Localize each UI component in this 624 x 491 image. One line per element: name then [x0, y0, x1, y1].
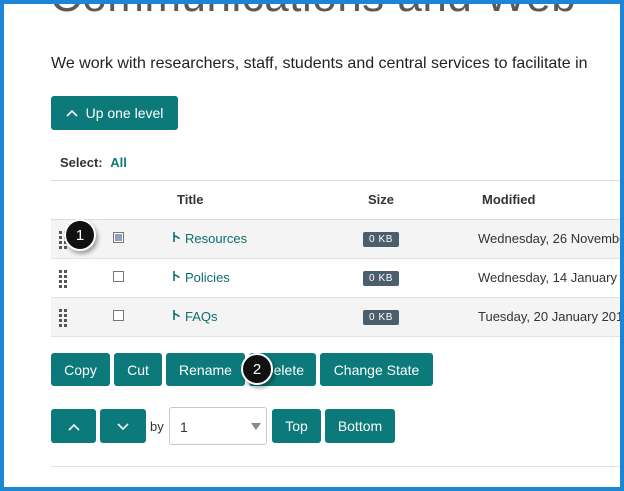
row-title-link[interactable]: Resources	[172, 231, 247, 246]
row-modified: Wednesday, 26 November	[478, 231, 624, 246]
move-top-button[interactable]: Top	[272, 409, 321, 443]
column-header-title[interactable]: Title	[177, 192, 204, 207]
table-header: Title Size Modified	[51, 180, 620, 220]
row-title-link[interactable]: Policies	[172, 270, 230, 285]
table-row[interactable]: Resources 0 KB Wednesday, 26 November	[51, 220, 624, 259]
move-amount-select[interactable]: 1	[169, 407, 267, 445]
select-all-row: Select: All	[60, 155, 127, 170]
row-modified: Wednesday, 14 January	[478, 270, 617, 285]
select-label: Select:	[60, 155, 103, 170]
row-modified: Tuesday, 20 January 201	[478, 309, 624, 324]
size-badge: 0 KB	[363, 271, 400, 286]
change-state-button[interactable]: Change State	[320, 353, 433, 386]
copy-button[interactable]: Copy	[51, 353, 110, 386]
select-all-link[interactable]: All	[110, 155, 127, 170]
step-callout-1: 1	[64, 219, 96, 251]
row-checkbox[interactable]	[113, 232, 124, 243]
folder-branch-icon	[172, 309, 181, 324]
up-one-level-label: Up one level	[85, 105, 164, 121]
drag-handle-icon[interactable]	[59, 309, 67, 327]
folder-branch-icon	[172, 270, 181, 285]
page-title: Communications and Web	[50, 0, 576, 22]
caret-down-icon	[251, 423, 261, 430]
row-title-link[interactable]: FAQs	[172, 309, 218, 324]
step-callout-2: 2	[241, 353, 273, 385]
row-title: Resources	[185, 231, 248, 246]
chevron-up-icon	[67, 418, 80, 434]
move-down-button[interactable]	[100, 409, 146, 443]
size-badge: 0 KB	[363, 232, 400, 247]
column-header-modified[interactable]: Modified	[482, 192, 535, 207]
page-description: We work with researchers, staff, student…	[51, 55, 588, 72]
divider	[51, 466, 620, 467]
drag-handle-icon[interactable]	[59, 270, 67, 288]
up-one-level-button[interactable]: Up one level	[51, 96, 178, 130]
row-checkbox[interactable]	[113, 310, 124, 321]
contents-table: Title Size Modified Resources 0 KB Wedne…	[51, 180, 624, 337]
row-title: Policies	[185, 270, 230, 285]
row-title: FAQs	[185, 309, 218, 324]
chevron-down-icon	[117, 418, 129, 434]
table-row[interactable]: FAQs 0 KB Tuesday, 20 January 201	[51, 298, 624, 337]
cut-button[interactable]: Cut	[114, 353, 162, 386]
size-badge: 0 KB	[363, 310, 400, 325]
by-label: by	[150, 419, 164, 434]
move-amount-value: 1	[180, 419, 188, 435]
folder-branch-icon	[172, 231, 181, 246]
chevron-up-icon	[66, 109, 78, 117]
rename-button[interactable]: Rename	[166, 353, 245, 386]
move-up-button[interactable]	[51, 409, 96, 443]
column-header-size[interactable]: Size	[368, 192, 394, 207]
move-bottom-button[interactable]: Bottom	[325, 409, 395, 443]
table-row[interactable]: Policies 0 KB Wednesday, 14 January	[51, 259, 620, 298]
row-checkbox[interactable]	[113, 271, 124, 282]
